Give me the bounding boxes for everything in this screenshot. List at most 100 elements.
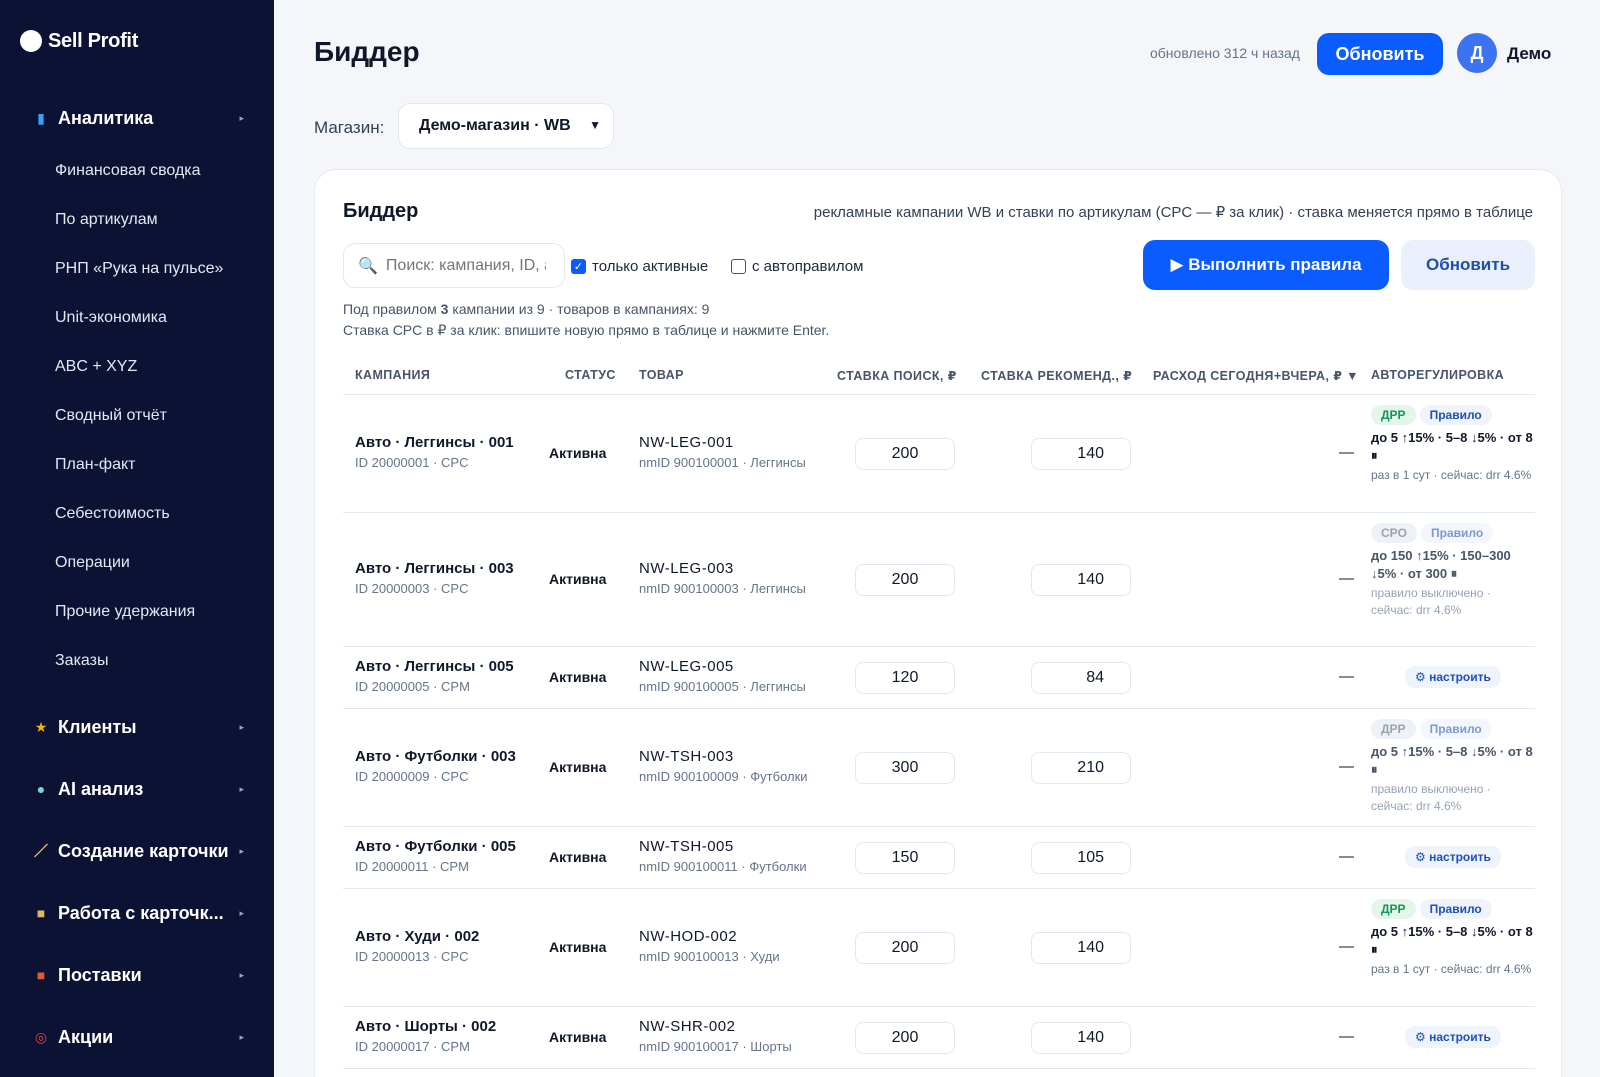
metric-tag[interactable]: ДРР (1371, 405, 1416, 425)
only-active-checkbox[interactable]: ✓ только активные (571, 258, 708, 275)
table-row[interactable]: Авто · Леггинсы · 003 ID 20000003 · CPC Ак… (343, 513, 1535, 647)
table-row[interactable]: Авто · Худи · 002 ID 20000013 · CPC Активн… (343, 889, 1535, 1007)
store-label: Магазин: (314, 118, 385, 137)
bid-search-input[interactable]: 200 (855, 1022, 955, 1054)
product-cell: NW-HOD-002 nmID 900100013 · Худи (639, 928, 780, 964)
store-select[interactable]: Демо-магазин · WB ▼ (398, 103, 614, 149)
autoregulation-cell: CPO Правило до 150 ↑15% · 150–300 ↓5% · от… (1371, 523, 1535, 619)
rule-button[interactable]: Правило (1421, 523, 1494, 543)
col-auto[interactable]: АВТОРЕГУЛИРОВКА (1371, 368, 1504, 382)
campaign-name[interactable]: Авто · Футболки · 005 (355, 838, 516, 855)
campaign-name[interactable]: Авто · Футболки · 003 (355, 748, 516, 765)
bid-recommended-input[interactable]: 105 (1031, 842, 1131, 874)
sidebar-item[interactable]: Сводный отчёт (0, 391, 274, 440)
campaign-cell[interactable]: Авто · Леггинсы · 001 ID 20000001 · CPC (355, 434, 514, 470)
sidebar-item[interactable]: План-факт (0, 440, 274, 489)
bid-search-input[interactable]: 200 (855, 564, 955, 596)
sidebar-group[interactable]: ▮ Аналитика ▸ (0, 90, 274, 146)
sidebar-group[interactable]: ■ Поставки ▸ (0, 947, 274, 1003)
rule-button[interactable]: Правило (1419, 405, 1492, 425)
table-row[interactable]: Авто · Футболки · 003 ID 20000009 · CPC Ак… (343, 709, 1535, 827)
campaign-name[interactable]: Авто · Худи · 002 (355, 928, 479, 945)
panel-refresh-button[interactable]: Обновить (1401, 240, 1535, 290)
setup-autorule-button[interactable]: ⚙ настроить (1405, 846, 1501, 868)
sidebar-item[interactable]: РНП «Рука на пульсе» (0, 244, 274, 293)
rule-thresholds: до 5 ↑15% · 5–8 ↓5% · от 8 ⏸ (1371, 924, 1533, 957)
bid-recommended-input[interactable]: 140 (1031, 1022, 1131, 1054)
autoregulation-cell: ДРР Правило до 5 ↑15% · 5–8 ↓5% · от 8 ⏸ ра… (1371, 899, 1535, 978)
table-row[interactable]: Авто · Шорты · 002 ID 20000017 · CPM Актив… (343, 1007, 1535, 1069)
sidebar-group[interactable]: ／ Создание карточки ▸ (0, 823, 274, 879)
campaign-cell[interactable]: Авто · Шорты · 002 ID 20000017 · CPM (355, 1018, 496, 1054)
bid-recommended-input[interactable]: 140 (1031, 564, 1131, 596)
col-campaign[interactable]: КАМПАНИЯ (355, 368, 430, 382)
avatar[interactable]: Д (1457, 33, 1497, 73)
sidebar-item[interactable]: ABC + XYZ (0, 342, 274, 391)
bid-recommended-input[interactable]: 140 (1031, 932, 1131, 964)
sidebar-item[interactable]: Финансовая сводка (0, 146, 274, 195)
sidebar-group[interactable]: ■ Работа с карточк... ▸ (0, 885, 274, 941)
sidebar-item[interactable]: Прочие удержания (0, 587, 274, 636)
campaign-name[interactable]: Авто · Леггинсы · 005 (355, 658, 514, 675)
sidebar-group[interactable]: ● AI анализ ▸ (0, 761, 274, 817)
bid-search-input[interactable]: 120 (855, 662, 955, 694)
status-badge: Активна (549, 571, 607, 587)
with-autorule-checkbox[interactable]: с автоправилом (731, 258, 863, 275)
bid-search-input[interactable]: 200 (855, 932, 955, 964)
run-rules-button[interactable]: ▶ Выполнить правила (1143, 240, 1389, 290)
product-sku: NW-SHR-002 (639, 1018, 736, 1035)
app-logo[interactable]: Sell Profit (0, 0, 274, 82)
rule-button[interactable]: Правило (1419, 719, 1492, 739)
sidebar-item[interactable]: Unit-экономика (0, 293, 274, 342)
spend-value: — (1339, 570, 1354, 587)
sidebar-item[interactable]: Себестоимость (0, 489, 274, 538)
sidebar-item[interactable]: Операции (0, 538, 274, 587)
metric-tag[interactable]: ДРР (1371, 899, 1416, 919)
table-row[interactable]: Авто · Леггинсы · 001 ID 20000001 · CPC Ак… (343, 395, 1535, 513)
campaign-name[interactable]: Авто · Леггинсы · 003 (355, 560, 514, 577)
product-cell: NW-LEG-003 nmID 900100003 · Леггинсы (639, 560, 806, 596)
campaign-cell[interactable]: Авто · Леггинсы · 005 ID 20000005 · CPM (355, 658, 514, 694)
sidebar-group[interactable]: ◎ Акции ▸ (0, 1009, 274, 1065)
col-bid-rec[interactable]: СТАВКА РЕКОМЕНД., ₽ (981, 368, 1132, 383)
campaign-cell[interactable]: Авто · Футболки · 003 ID 20000009 · CPC (355, 748, 516, 784)
campaign-name[interactable]: Авто · Шорты · 002 (355, 1018, 496, 1035)
campaign-cell[interactable]: Авто · Леггинсы · 003 ID 20000003 · CPC (355, 560, 514, 596)
metric-tag[interactable]: CPO (1371, 523, 1418, 543)
bid-recommended-input[interactable]: 210 (1031, 752, 1131, 784)
checkbox-checked-icon: ✓ (571, 259, 586, 274)
sidebar-item[interactable]: Заказы (0, 636, 274, 685)
autorule-tags: ДРР Правило (1371, 405, 1535, 425)
product-nmid: nmID 900100003 · Леггинсы (639, 581, 806, 596)
search-field[interactable]: 🔍 (343, 243, 565, 288)
table-row[interactable]: Авто · Леггинсы · 005 ID 20000005 · CPM Ак… (343, 647, 1535, 709)
campaign-name[interactable]: Авто · Леггинсы · 001 (355, 434, 514, 451)
sidebar-item[interactable]: По артикулам (0, 195, 274, 244)
col-bid-search[interactable]: СТАВКА ПОИСК, ₽ (837, 368, 957, 383)
col-product[interactable]: ТОВАР (639, 368, 684, 382)
col-status[interactable]: СТАТУС (565, 368, 616, 382)
campaign-cell[interactable]: Авто · Худи · 002 ID 20000013 · CPC (355, 928, 479, 964)
search-input[interactable] (385, 256, 546, 275)
product-cell: NW-LEG-005 nmID 900100005 · Леггинсы (639, 658, 806, 694)
bid-recommended-input[interactable]: 140 (1031, 438, 1131, 470)
campaign-cell[interactable]: Авто · Футболки · 005 ID 20000011 · CPM (355, 838, 516, 874)
bid-search-input[interactable]: 150 (855, 842, 955, 874)
campaign-id: ID 20000003 · CPC (355, 581, 469, 596)
bid-search-input[interactable]: 300 (855, 752, 955, 784)
sidebar-group[interactable]: ★ Клиенты ▸ (0, 699, 274, 755)
spend-value: — (1339, 1028, 1354, 1045)
caret-icon: ▸ (239, 783, 244, 794)
col-spend[interactable]: РАСХОД СЕГОДНЯ+ВЧЕРА, ₽ ▼ (1153, 368, 1359, 383)
campaign-id: ID 20000017 · CPM (355, 1039, 470, 1054)
rule-summary: Под правилом 3 кампании из 9 · товаров в… (343, 301, 709, 317)
setup-autorule-button[interactable]: ⚙ настроить (1405, 1026, 1501, 1048)
user-name[interactable]: Демо (1507, 44, 1551, 64)
setup-autorule-button[interactable]: ⚙ настроить (1405, 666, 1501, 688)
bid-recommended-input[interactable]: 84 (1031, 662, 1131, 694)
bid-search-input[interactable]: 200 (855, 438, 955, 470)
metric-tag[interactable]: ДРР (1371, 719, 1416, 739)
table-row[interactable]: Авто · Футболки · 005 ID 20000011 · CPM Ак… (343, 827, 1535, 889)
rule-button[interactable]: Правило (1419, 899, 1492, 919)
refresh-button[interactable]: Обновить (1317, 33, 1443, 75)
